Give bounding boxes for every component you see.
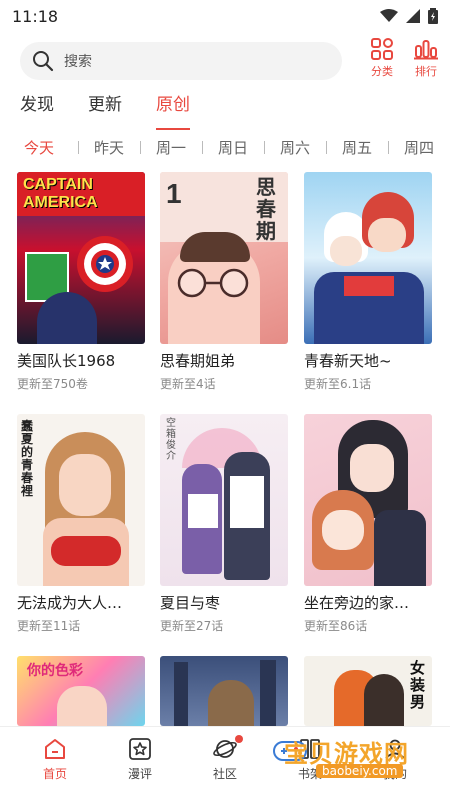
comic-cover[interactable]: 思春期 1	[160, 172, 288, 344]
comic-card[interactable]	[160, 656, 288, 726]
tab-discover[interactable]: 发现	[20, 90, 54, 124]
comic-update: 更新至27话	[160, 619, 224, 633]
comic-card[interactable]: 空箱俊介 夏目与枣 更新至27话	[160, 414, 288, 634]
comic-card[interactable]: 你的色彩	[17, 656, 145, 726]
comic-cover[interactable]	[160, 656, 288, 726]
cover-title-text: 女装男	[410, 659, 426, 711]
wifi-icon	[380, 9, 398, 22]
cell-signal-icon	[406, 9, 420, 23]
comic-card[interactable]: 思春期 1 思春期姐弟 更新至4话	[160, 172, 288, 392]
day-tab-label: 周一	[155, 138, 186, 157]
comic-cover[interactable]: CAPTAIN AMERICA	[17, 172, 145, 344]
tab-original[interactable]: 原创	[156, 90, 190, 130]
planet-icon	[213, 740, 237, 758]
main-tabs: 发现 更新 原创	[20, 90, 190, 130]
comic-cover[interactable]	[304, 172, 432, 344]
comic-cover[interactable]: 空箱俊介	[160, 414, 288, 586]
comic-cover[interactable]	[304, 414, 432, 586]
category-grid-icon	[371, 38, 393, 60]
comic-cover[interactable]: 蠢夏的青春裡	[17, 414, 145, 586]
comic-update: 更新至4话	[160, 377, 216, 391]
day-tab-yesterday[interactable]: 昨天	[78, 137, 141, 158]
home-icon	[45, 739, 65, 759]
day-tab-monday[interactable]: 周一	[140, 137, 203, 158]
watermark-url: baobeiy.com	[316, 764, 404, 778]
star-box-icon	[129, 738, 151, 760]
day-tab-friday[interactable]: 周五	[326, 137, 389, 158]
day-tab-label: 昨天	[93, 138, 124, 157]
battery-icon	[428, 8, 438, 24]
status-time: 11:18	[12, 6, 59, 26]
category-label: 分类	[371, 65, 393, 78]
comic-card[interactable]: 蠢夏的青春裡 无法成为大人… 更新至11话	[17, 414, 145, 634]
comic-update: 更新至6.1话	[304, 377, 372, 391]
search-placeholder: 搜索	[64, 54, 92, 70]
nav-label: 社区	[212, 767, 237, 781]
notification-dot	[235, 735, 243, 743]
comic-card[interactable]: 坐在旁边的家… 更新至86话	[304, 414, 432, 634]
comic-title[interactable]: 思春期姐弟	[160, 350, 288, 371]
shield-icon	[77, 236, 133, 292]
nav-reviews[interactable]: 漫评	[110, 737, 170, 782]
search-row: 搜索 分类 排行	[0, 38, 450, 84]
comic-card[interactable]: 青春新天地~ 更新至6.1话	[304, 172, 432, 392]
day-tab-today[interactable]: 今天	[0, 137, 79, 158]
day-tab-saturday[interactable]: 周六	[264, 137, 327, 158]
comic-card[interactable]: CAPTAIN AMERICA 美国队长1968 更新至750卷	[17, 172, 145, 392]
ranking-button[interactable]: 排行	[406, 38, 446, 79]
comic-title[interactable]: 青春新天地~	[304, 350, 432, 371]
cover-title-text: CAPTAIN AMERICA	[23, 176, 98, 211]
comic-cover[interactable]: 你的色彩	[17, 656, 145, 726]
nav-community[interactable]: 社区	[195, 735, 255, 782]
day-tab-label: 今天	[23, 138, 54, 157]
day-tab-label: 周日	[217, 138, 248, 157]
comic-update: 更新至86话	[304, 619, 368, 633]
nav-home[interactable]: 首页	[25, 737, 85, 782]
comic-cover[interactable]: 女装男	[304, 656, 432, 726]
comic-title[interactable]: 夏目与枣	[160, 592, 288, 613]
glasses-icon	[177, 268, 249, 298]
watermark: 宝贝游戏网 baobeiy.com	[272, 730, 432, 790]
day-tab-label: 周六	[279, 138, 310, 157]
category-button[interactable]: 分类	[362, 38, 402, 79]
tab-updates[interactable]: 更新	[88, 90, 122, 124]
status-icons	[380, 8, 438, 24]
day-tabs: 今天 昨天 周一 周日 周六 周五 周四	[0, 136, 450, 158]
cover-title-text: 思春期	[256, 175, 276, 243]
day-tab-sunday[interactable]: 周日	[202, 137, 265, 158]
day-tab-thursday[interactable]: 周四	[388, 137, 450, 158]
day-tab-label: 周四	[403, 138, 434, 157]
nav-label: 漫评	[127, 767, 152, 781]
ranking-bars-icon	[414, 40, 438, 60]
comic-title[interactable]: 无法成为大人…	[17, 592, 145, 613]
comic-update: 更新至11话	[17, 619, 81, 633]
nav-label: 首页	[42, 767, 67, 781]
comic-title[interactable]: 美国队长1968	[17, 350, 145, 371]
comic-update: 更新至750卷	[17, 377, 88, 391]
ranking-label: 排行	[415, 65, 437, 78]
cover-title-text: 你的色彩	[27, 663, 83, 679]
search-icon	[33, 51, 54, 72]
comic-title[interactable]: 坐在旁边的家…	[304, 592, 432, 613]
status-bar: 11:18	[0, 0, 450, 32]
search-input[interactable]: 搜索	[20, 42, 342, 80]
comic-card[interactable]: 女装男	[304, 656, 432, 726]
day-tab-label: 周五	[341, 138, 372, 157]
